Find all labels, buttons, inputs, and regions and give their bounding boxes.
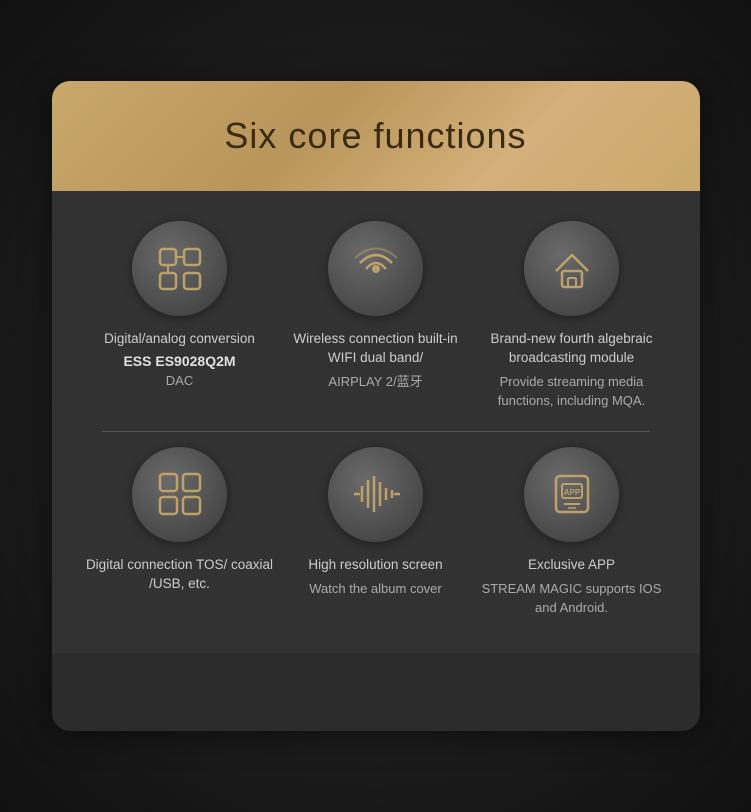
feature-row-1: Digital/analog conversion ESS ES9028Q2M …: [82, 211, 670, 426]
page-title: Six core functions: [224, 115, 526, 157]
home-icon: [546, 243, 598, 295]
waveform-icon: [350, 468, 402, 520]
dac-highlight: ESS ES9028Q2M: [123, 353, 235, 369]
waveform-icon-circle: [328, 447, 423, 542]
connection-icon-circle: [132, 447, 227, 542]
dac-title: Digital/analog conversion: [104, 330, 255, 349]
feature-wifi: Wireless connection built-in WIFI dual b…: [281, 221, 471, 391]
wifi-icon: [350, 243, 402, 295]
app-icon-circle: APP: [524, 447, 619, 542]
main-card: Six core functions: [52, 81, 700, 731]
feature-dac: Digital/analog conversion ESS ES9028Q2M …: [85, 221, 275, 390]
broadcast-subtitle: Provide streaming media functions, inclu…: [477, 372, 667, 411]
feature-digital: Digital connection TOS/ coaxial /USB, et…: [85, 447, 275, 598]
digital-title: Digital connection TOS/ coaxial /USB, et…: [85, 556, 275, 594]
broadcast-title: Brand-new fourth algebraic broadcasting …: [477, 330, 667, 368]
app-icon: APP: [546, 468, 598, 520]
app-title: Exclusive APP: [528, 556, 615, 575]
card-body: Digital/analog conversion ESS ES9028Q2M …: [52, 191, 700, 653]
connection-icon: [154, 468, 206, 520]
page-background: Six core functions: [0, 0, 751, 812]
home-icon-circle: [524, 221, 619, 316]
feature-app: APP Exclusive APP STREAM MAGIC supports …: [477, 447, 667, 618]
screen-subtitle: Watch the album cover: [309, 579, 441, 599]
wifi-subtitle: AIRPLAY 2/蓝牙: [328, 372, 422, 392]
row-divider: [102, 431, 650, 432]
feature-row-2: Digital connection TOS/ coaxial /USB, et…: [82, 437, 670, 633]
wifi-title: Wireless connection built-in WIFI dual b…: [281, 330, 471, 368]
feature-screen: High resolution screen Watch the album c…: [281, 447, 471, 598]
dac-icon: [154, 243, 206, 295]
screen-title: High resolution screen: [308, 556, 442, 575]
card-header: Six core functions: [52, 81, 700, 191]
dac-icon-circle: [132, 221, 227, 316]
dac-subtitle: DAC: [166, 371, 193, 391]
app-subtitle: STREAM MAGIC supports IOS and Android.: [477, 579, 667, 618]
wifi-icon-circle: [328, 221, 423, 316]
feature-broadcast: Brand-new fourth algebraic broadcasting …: [477, 221, 667, 411]
svg-text:APP: APP: [563, 488, 580, 497]
